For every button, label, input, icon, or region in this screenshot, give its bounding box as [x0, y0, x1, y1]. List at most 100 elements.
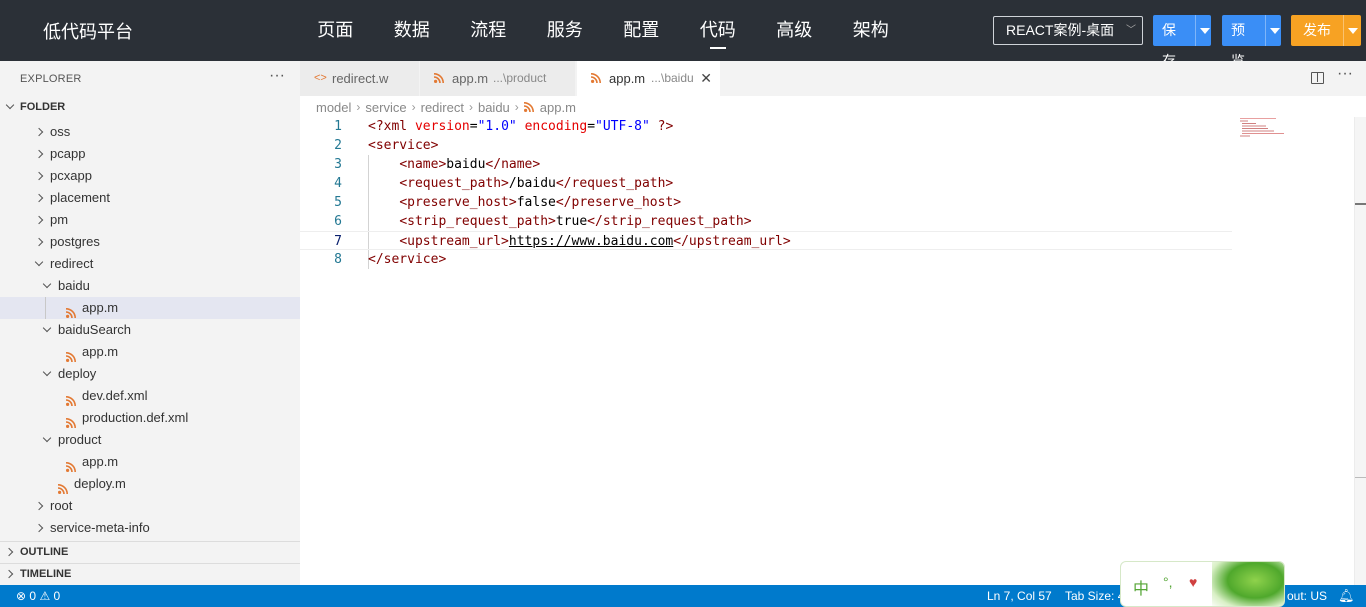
problems-indicator[interactable]: ⊗ 0 ⚠ 0	[16, 585, 60, 607]
ime-emoji-icon[interactable]: ♥	[1189, 574, 1197, 590]
nav-item[interactable]: 架构	[833, 0, 910, 61]
tree-folder[interactable]: root	[0, 495, 300, 517]
tab-size[interactable]: Tab Size: 4	[1065, 585, 1124, 607]
tree-item-label: app.m	[82, 300, 119, 315]
tree-folder[interactable]: placement	[0, 187, 300, 209]
split-editor-icon[interactable]	[1311, 72, 1324, 84]
tree-file[interactable]: dev.def.xml	[0, 385, 300, 407]
minimap[interactable]	[1240, 117, 1300, 137]
tab-app-m-product[interactable]: app.m ...\product	[420, 61, 576, 96]
bell-icon[interactable]: 🔔︎	[1338, 585, 1355, 607]
chevron-right-icon	[34, 127, 44, 137]
tree-file[interactable]: app.m	[0, 451, 300, 473]
cursor-position[interactable]: Ln 7, Col 57	[987, 585, 1052, 607]
line-number: 3	[334, 157, 342, 172]
chevron-down-icon	[42, 323, 52, 333]
preview-dropdown-caret-icon[interactable]	[1264, 15, 1281, 46]
rss-icon	[65, 347, 76, 363]
tree-item-label: pm	[50, 212, 69, 227]
warning-icon: ⚠	[39, 589, 51, 603]
code-token: <strip_request_path>	[399, 214, 556, 229]
publish-label: 发布	[1303, 22, 1331, 38]
folder-section-header[interactable]: FOLDER	[0, 96, 300, 118]
tree-file[interactable]: production.def.xml	[0, 407, 300, 429]
nav-item[interactable]: 流程	[450, 0, 527, 61]
tab-redirect-w[interactable]: <> redirect.w	[300, 61, 420, 96]
publish-button[interactable]: 发布	[1291, 15, 1361, 46]
chevron-right-icon	[34, 501, 44, 511]
nav-item[interactable]: 页面	[297, 0, 374, 61]
tree-folder[interactable]: pcxapp	[0, 165, 300, 187]
code-token: </strip_request_path>	[587, 214, 752, 229]
tree-folder[interactable]: pcapp	[0, 143, 300, 165]
outline-label: OUTLINE	[20, 546, 69, 558]
preview-button[interactable]: 预览	[1222, 15, 1281, 69]
timeline-section-header[interactable]: TIMELINE	[0, 563, 300, 585]
code-token: </name>	[485, 157, 541, 172]
code-text: <request_path>/baidu</request_path>	[368, 174, 673, 193]
line-number: 7	[334, 234, 342, 249]
nav-item[interactable]: 服务	[527, 0, 604, 61]
nav-item[interactable]: 数据	[374, 0, 451, 61]
save-button[interactable]: 保存	[1153, 15, 1211, 69]
tree-folder[interactable]: redirect	[0, 253, 300, 275]
breadcrumb-item[interactable]: app.m	[540, 100, 576, 115]
code-line[interactable]: 4 <request_path>/baidu</request_path>	[300, 174, 1232, 193]
outline-section-header[interactable]: OUTLINE	[0, 541, 300, 563]
breadcrumb: model › service › redirect › baidu › app.m	[316, 99, 576, 115]
tree-file[interactable]: app.m	[0, 297, 300, 319]
save-label: 保存	[1162, 22, 1176, 69]
tree-file[interactable]: app.m	[0, 341, 300, 363]
tab-app-m-baidu[interactable]: app.m ...\baidu ✕	[577, 61, 721, 96]
code-editor[interactable]: 1 <?xml version="1.0" encoding="UTF-8" ?>…	[300, 117, 1354, 585]
code-line[interactable]: 5 <preserve_host>false</preserve_host>	[300, 193, 1232, 212]
tree-folder[interactable]: product	[0, 429, 300, 451]
code-token: <service>	[368, 138, 439, 153]
breadcrumb-item[interactable]: redirect	[421, 100, 464, 115]
tab-path: ...\product	[493, 71, 547, 85]
chevron-right-icon: ›	[468, 100, 473, 114]
code-token: true	[555, 214, 588, 229]
code-line[interactable]: 3 <name>baidu</name>	[300, 155, 1232, 174]
tree-folder[interactable]: baiduSearch	[0, 319, 300, 341]
vertical-scrollbar[interactable]	[1354, 117, 1366, 585]
breadcrumb-item[interactable]: baidu	[478, 100, 510, 115]
tree-folder[interactable]: postgres	[0, 231, 300, 253]
ime-toolbar[interactable]: 中 °, ♥	[1120, 561, 1285, 607]
code-line[interactable]: 8 </service>	[300, 250, 1232, 269]
tree-item-label: pcapp	[50, 146, 86, 161]
tree-folder[interactable]: service-meta-info	[0, 517, 300, 539]
keyboard-layout[interactable]: out: US	[1287, 585, 1327, 607]
code-link[interactable]: https://www.baidu.com	[509, 234, 673, 249]
ime-punctuation[interactable]: °,	[1163, 574, 1173, 590]
code-line[interactable]: 2 <service>	[300, 136, 1232, 155]
code-line[interactable]: 1 <?xml version="1.0" encoding="UTF-8" ?>	[300, 117, 1232, 136]
save-dropdown-caret-icon[interactable]	[1195, 15, 1211, 46]
close-icon[interactable]: ✕	[700, 61, 712, 96]
nav-item[interactable]: 高级	[756, 0, 833, 61]
publish-dropdown-caret-icon[interactable]	[1343, 15, 1361, 46]
nav-item[interactable]: 代码	[680, 0, 757, 61]
tree-folder[interactable]: baidu	[0, 275, 300, 297]
code-line[interactable]: 6 <strip_request_path>true</strip_reques…	[300, 212, 1232, 231]
breadcrumb-item[interactable]: model	[316, 100, 351, 115]
breadcrumb-item[interactable]: service	[365, 100, 406, 115]
cursor-position-marker	[1355, 203, 1366, 205]
more-actions-icon[interactable]: ···	[1337, 65, 1353, 83]
code-token: "1.0"	[477, 119, 517, 134]
tree-file[interactable]: deploy.m	[0, 473, 300, 495]
tree-folder[interactable]: pm	[0, 209, 300, 231]
nav-item[interactable]: 配置	[603, 0, 680, 61]
code-token: baidu	[446, 157, 486, 172]
code-line[interactable]: 7 <upstream_url>https://www.baidu.com</u…	[300, 231, 1232, 250]
more-actions-icon[interactable]: ···	[269, 67, 285, 85]
project-select[interactable]: REACT案例-桌面 ﹀	[993, 16, 1143, 45]
tree-item-label: postgres	[50, 234, 100, 249]
ime-mode[interactable]: 中	[1133, 575, 1149, 599]
code-token: "UTF-8"	[595, 119, 650, 134]
tree-item-label: product	[58, 432, 102, 447]
tree-folder[interactable]: oss	[0, 121, 300, 143]
tree-folder[interactable]: deploy	[0, 363, 300, 385]
line-number: 5	[334, 195, 342, 210]
